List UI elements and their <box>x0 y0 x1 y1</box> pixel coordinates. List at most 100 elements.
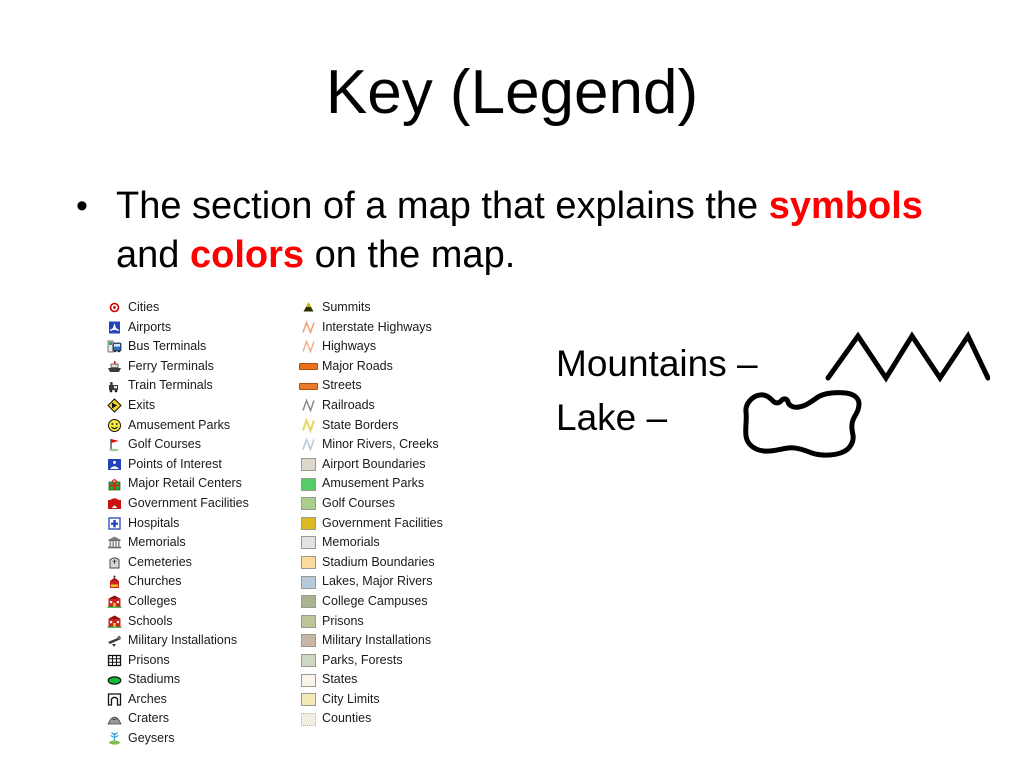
legend-label: Summits <box>322 300 371 314</box>
bullet-marker-icon: • <box>76 187 88 225</box>
legend-label: Ferry Terminals <box>128 358 214 373</box>
legend-row: Major Retail Centers <box>104 474 298 494</box>
craters-icon <box>104 711 124 727</box>
legend-row: Stadium Boundaries <box>298 553 498 573</box>
mountains-label: Mountains – <box>556 343 758 384</box>
legend-label: Amusement Parks <box>128 417 231 432</box>
memorials-icon <box>104 535 124 551</box>
stadium-area-swatch <box>298 555 318 571</box>
schools-icon <box>104 613 124 629</box>
lake-label: Lake – <box>556 397 668 438</box>
government-area-swatch <box>298 515 318 531</box>
legend-row: Parks, Forests <box>298 651 498 671</box>
legend-row: College Campuses <box>298 592 498 612</box>
churches-icon <box>104 574 124 590</box>
legend-row: City Limits <box>298 690 498 710</box>
ferry-terminals-icon <box>104 359 124 375</box>
legend-label: Major Roads <box>322 358 393 373</box>
legend-label: Airport Boundaries <box>322 456 426 471</box>
airport-area-swatch <box>298 457 318 473</box>
legend-row: Memorials <box>104 533 298 553</box>
bus-terminals-icon <box>104 339 124 355</box>
legend-label: College Campuses <box>322 593 428 608</box>
stadiums-icon <box>104 672 124 688</box>
legend-row: Points of Interest <box>104 455 298 475</box>
county-area-swatch-box <box>300 712 316 726</box>
legend-label: Amusement Parks <box>322 476 425 491</box>
major-road-bar-icon <box>298 359 318 375</box>
legend-column-colors: Summits Interstate Highways Highways Major … <box>298 298 498 729</box>
golf-area-swatch-box <box>300 497 316 511</box>
legend-row: Government Facilities <box>104 494 298 514</box>
legend-label: Railroads <box>322 397 375 412</box>
legend-row: Prisons <box>104 651 298 671</box>
legend-row: Cemeteries <box>104 553 298 573</box>
legend-row: Counties <box>298 709 498 729</box>
legend-label: Parks, Forests <box>322 652 403 667</box>
legend-row: Geysers <box>104 729 298 749</box>
legend-row: Amusement Parks <box>298 474 498 494</box>
military-installations-icon <box>104 633 124 649</box>
state-area-swatch <box>298 672 318 688</box>
legend-label: Counties <box>322 711 372 726</box>
map-legend-graphic: Cities Airports Bus Terminals Ferry Termina… <box>104 298 504 749</box>
college-area-swatch-box <box>300 595 316 609</box>
state-area-swatch-box <box>300 673 316 687</box>
legend-row: Railroads <box>298 396 498 416</box>
bullet-highlight-symbols: symbols <box>768 185 923 227</box>
legend-label: Train Terminals <box>128 378 213 393</box>
legend-label: Golf Courses <box>322 495 395 510</box>
legend-row: Government Facilities <box>298 514 498 534</box>
bullet-body: • The section of a map that explains the… <box>72 182 982 280</box>
legend-label: Prisons <box>322 613 364 628</box>
legend-column-symbols: Cities Airports Bus Terminals Ferry Termina… <box>104 298 298 749</box>
street-bar-icon <box>298 378 318 394</box>
colleges-icon <box>104 594 124 610</box>
legend-label: Exits <box>128 397 156 412</box>
legend-label: Stadiums <box>128 672 181 687</box>
legend-row: State Borders <box>298 416 498 436</box>
prison-area-swatch-box <box>300 614 316 628</box>
river-line-icon <box>298 437 318 453</box>
college-area-swatch <box>298 594 318 610</box>
memorial-area-swatch <box>298 535 318 551</box>
state-border-line-icon <box>298 417 318 433</box>
geysers-icon <box>104 731 124 747</box>
park-area-swatch-box <box>300 653 316 667</box>
legend-label: Churches <box>128 574 182 589</box>
summit-triangle-icon <box>298 300 318 316</box>
bullet-text: The section of a map that explains the s… <box>116 182 982 280</box>
legend-row: Exits <box>104 396 298 416</box>
legend-row: Churches <box>104 572 298 592</box>
legend-row: Schools <box>104 612 298 632</box>
legend-row: Military Installations <box>104 631 298 651</box>
legend-row: Major Roads <box>298 357 498 377</box>
legend-label: Minor Rivers, Creeks <box>322 437 439 452</box>
legend-label: City Limits <box>322 691 380 706</box>
stadium-area-swatch-box <box>300 556 316 570</box>
legend-row: Interstate Highways <box>298 318 498 338</box>
lake-area-swatch-box <box>300 575 316 589</box>
legend-row: Summits <box>298 298 498 318</box>
street-bar-icon-bar <box>298 382 318 390</box>
government-area-swatch-box <box>300 516 316 530</box>
legend-row: Lakes, Major Rivers <box>298 572 498 592</box>
legend-label: Arches <box>128 691 167 706</box>
legend-label: Golf Courses <box>128 437 201 452</box>
legend-row: Ferry Terminals <box>104 357 298 377</box>
exits-icon <box>104 398 124 414</box>
bullet-item: • The section of a map that explains the… <box>72 182 982 280</box>
page-title: Key (Legend) <box>325 58 699 127</box>
legend-label: States <box>322 672 358 687</box>
lake-area-swatch <box>298 574 318 590</box>
legend-label: State Borders <box>322 417 399 432</box>
cemeteries-icon <box>104 555 124 571</box>
prisons-icon <box>104 652 124 668</box>
points-of-interest-icon <box>104 457 124 473</box>
legend-label: Memorials <box>322 535 380 550</box>
amusement-parks-icon <box>104 417 124 433</box>
legend-row: Airport Boundaries <box>298 455 498 475</box>
legend-label: Lakes, Major Rivers <box>322 574 433 589</box>
amusement-area-swatch <box>298 476 318 492</box>
legend-row: Military Installations <box>298 631 498 651</box>
